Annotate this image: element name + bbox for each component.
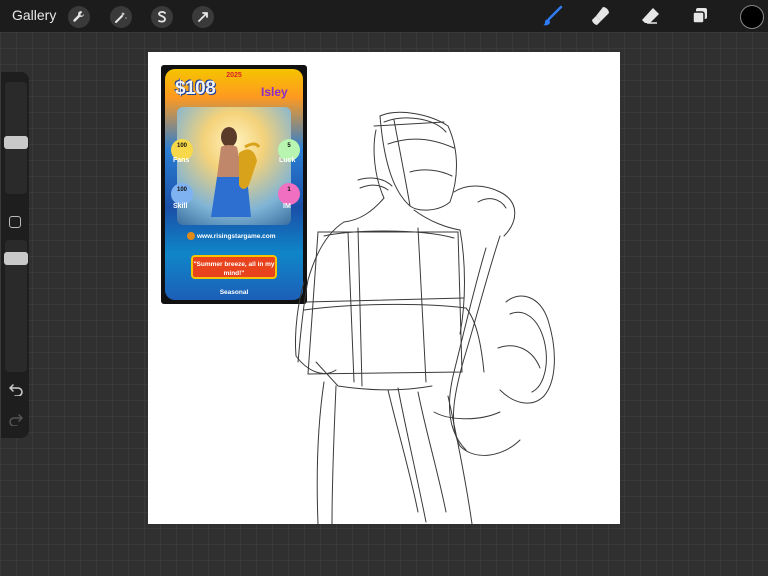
top-toolbar: Gallery: [0, 0, 768, 32]
wrench-icon[interactable]: [68, 6, 90, 28]
redo-icon[interactable]: [7, 410, 25, 428]
drawing-canvas[interactable]: 2025 $108 Isley 100 Fans 5 Luck 100 Skil…: [148, 52, 620, 524]
eraser-icon[interactable]: [638, 4, 662, 28]
gallery-button[interactable]: Gallery: [12, 7, 56, 23]
selection-icon[interactable]: [151, 6, 173, 28]
brush-icon[interactable]: [540, 4, 564, 28]
color-picker-button[interactable]: [740, 5, 764, 29]
brush-size-thumb[interactable]: [4, 136, 28, 149]
pencil-sketch: [295, 111, 555, 524]
layers-icon[interactable]: [688, 4, 712, 28]
left-sidebar: [1, 72, 29, 438]
transform-icon[interactable]: [192, 6, 214, 28]
undo-icon[interactable]: [7, 380, 25, 398]
smudge-icon[interactable]: [589, 4, 613, 28]
magic-wand-icon[interactable]: [110, 6, 132, 28]
modify-button[interactable]: [9, 216, 21, 228]
opacity-thumb[interactable]: [4, 252, 28, 265]
